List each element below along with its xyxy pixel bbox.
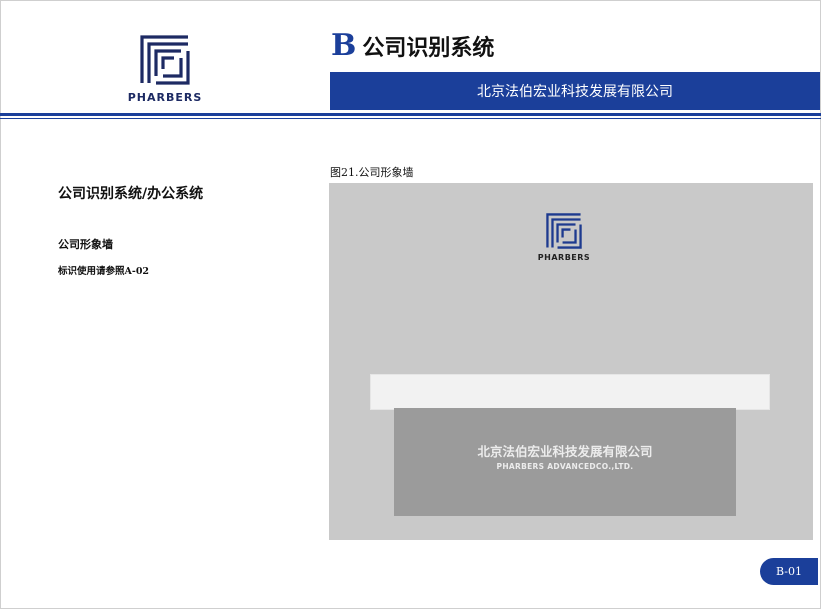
- page-number: B-01: [775, 565, 802, 578]
- page-number-tab: B-01: [760, 558, 818, 585]
- pharbers-logo-icon: [140, 35, 190, 85]
- desk-company-name-en: PHARBERS ADVANCEDCO.,LTD.: [496, 462, 634, 471]
- figure-caption: 图21.公司形象墙: [330, 166, 414, 179]
- item-title: 公司形象墙: [58, 238, 113, 251]
- reception-desk-panel: 北京法伯宏业科技发展有限公司 PHARBERS ADVANCEDCO.,LTD.: [394, 408, 736, 516]
- section-title: 公司识别系统: [362, 35, 495, 61]
- header-divider: [0, 113, 821, 116]
- subsection-title: 公司识别系统/办公系统: [58, 186, 204, 202]
- wall-logo-wordmark: PHARBERS: [537, 253, 591, 262]
- section-letter: B: [331, 28, 357, 63]
- header-divider-thin: [0, 118, 821, 119]
- desk-company-name: 北京法伯宏业科技发展有限公司: [477, 444, 653, 459]
- logo-wordmark: PHARBERS: [127, 91, 203, 104]
- pharbers-logo-icon: [546, 213, 582, 249]
- wall-logo: PHARBERS: [529, 213, 599, 262]
- company-name-bar: 北京法伯宏业科技发展有限公司: [330, 72, 820, 110]
- image-wall-figure: PHARBERS 北京法伯宏业科技发展有限公司 PHARBERS ADVANCE…: [329, 183, 813, 540]
- company-name: 北京法伯宏业科技发展有限公司: [477, 84, 673, 100]
- reception-desk-top: [370, 374, 770, 410]
- section-heading: B 公司识别系统: [331, 28, 494, 63]
- header-logo: PHARBERS: [115, 35, 215, 104]
- item-note: 标识使用请参照A-02: [58, 266, 150, 277]
